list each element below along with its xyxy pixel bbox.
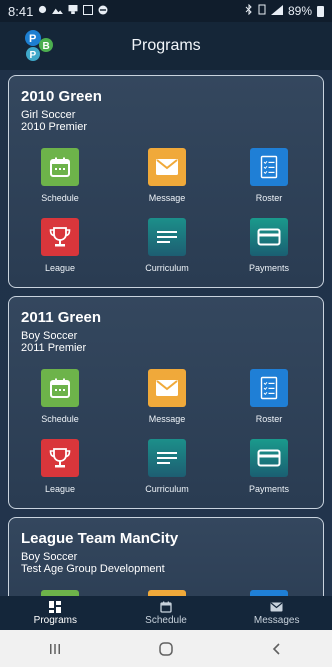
back-button[interactable] [257, 637, 297, 661]
nav-label: Programs [33, 615, 78, 626]
league-tile[interactable]: League [20, 218, 100, 278]
image-icon [52, 5, 64, 17]
team-name: 2010 Green [21, 88, 102, 105]
recent-apps-button[interactable] [35, 637, 75, 661]
page-title: Programs [131, 37, 201, 54]
mail-icon [221, 600, 332, 614]
tile-label: Roster [255, 193, 283, 203]
trophy-icon [41, 439, 79, 477]
team-sport: Boy Soccer [21, 330, 78, 342]
team-card: League Team ManCity Boy Soccer Test Age … [8, 517, 324, 596]
nav-label: Schedule [145, 615, 187, 626]
message-tile[interactable]: Message [127, 369, 207, 429]
team-group: 2010 Premier [21, 121, 88, 133]
team-sport: Girl Soccer [21, 109, 76, 121]
mail-icon [148, 369, 186, 407]
curriculum-tile[interactable]: Curriculum [127, 218, 207, 278]
team-card: 2010 Green Girl Soccer 2010 Premier Sche… [8, 75, 324, 288]
photo-icon [83, 4, 94, 18]
status-time: 8:41 [8, 3, 34, 19]
schedule-tile[interactable]: Schedule [20, 369, 100, 429]
bluetooth-icon [245, 3, 253, 18]
tile-label: Schedule [41, 414, 79, 424]
tile-label: League [44, 263, 76, 273]
credit-card-icon [250, 439, 288, 477]
notification-icon [38, 5, 47, 17]
team-sport: Boy Soccer [21, 551, 78, 563]
text-lines-icon [148, 218, 186, 256]
signal-icon [270, 4, 283, 18]
text-lines-icon [148, 439, 186, 477]
payments-tile[interactable]: Payments [229, 218, 309, 278]
svg-text:P: P [29, 33, 36, 45]
svg-text:P: P [30, 50, 37, 61]
system-nav-bar [0, 630, 332, 667]
curriculum-tile[interactable]: Curriculum [127, 439, 207, 499]
home-button[interactable] [146, 637, 186, 661]
mail-icon [148, 148, 186, 186]
status-left: 8:41 [8, 4, 108, 19]
credit-card-icon [250, 218, 288, 256]
calendar-icon [111, 600, 222, 614]
app-logo[interactable]: P B P [22, 28, 56, 62]
app-notification-icon [68, 5, 78, 17]
tile-label: Roster [255, 414, 283, 424]
payments-tile[interactable]: Payments [229, 439, 309, 499]
battery-percent: 89% [287, 4, 312, 18]
tile-label: Message [148, 414, 186, 424]
nav-label: Messages [253, 615, 300, 626]
team-group: 2011 Premier [21, 342, 87, 354]
status-bar: 8:41 89% [0, 0, 332, 22]
team-card: 2011 Green Boy Soccer 2011 Premier Sched… [8, 296, 324, 509]
nav-programs[interactable]: Programs [0, 596, 111, 630]
league-tile[interactable]: League [20, 439, 100, 499]
tile-label: Curriculum [145, 263, 189, 273]
tile-label: League [44, 484, 76, 494]
clipboard-list-icon [250, 148, 288, 186]
message-tile[interactable]: Message [127, 148, 207, 208]
calendar-icon [41, 369, 79, 407]
app-header: P B P Programs [0, 22, 332, 70]
team-name: 2011 Green [21, 309, 102, 326]
tile-label: Schedule [41, 193, 79, 203]
bottom-nav: Programs Schedule Messages [0, 596, 332, 630]
more-icon [98, 5, 108, 18]
programs-list[interactable]: 2010 Green Girl Soccer 2010 Premier Sche… [0, 70, 332, 596]
svg-text:B: B [43, 41, 50, 52]
clipboard-list-icon [250, 369, 288, 407]
calendar-icon [41, 148, 79, 186]
roster-tile[interactable]: Roster [229, 148, 309, 208]
tile-label: Payments [248, 484, 290, 494]
schedule-tile[interactable]: Schedule [20, 148, 100, 208]
tile-label: Payments [248, 263, 290, 273]
team-name: League Team ManCity [21, 530, 179, 547]
roster-tile[interactable]: Roster [229, 369, 309, 429]
team-group: Test Age Group Development [21, 563, 165, 575]
tile-label: Curriculum [145, 484, 189, 494]
status-right: 89% [245, 3, 324, 18]
battery-icon [317, 5, 324, 17]
trophy-icon [41, 218, 79, 256]
tile-label: Message [148, 193, 186, 203]
nav-messages[interactable]: Messages [221, 596, 332, 630]
nav-schedule[interactable]: Schedule [111, 596, 222, 630]
sim-icon [258, 4, 266, 18]
programs-icon [0, 600, 111, 614]
